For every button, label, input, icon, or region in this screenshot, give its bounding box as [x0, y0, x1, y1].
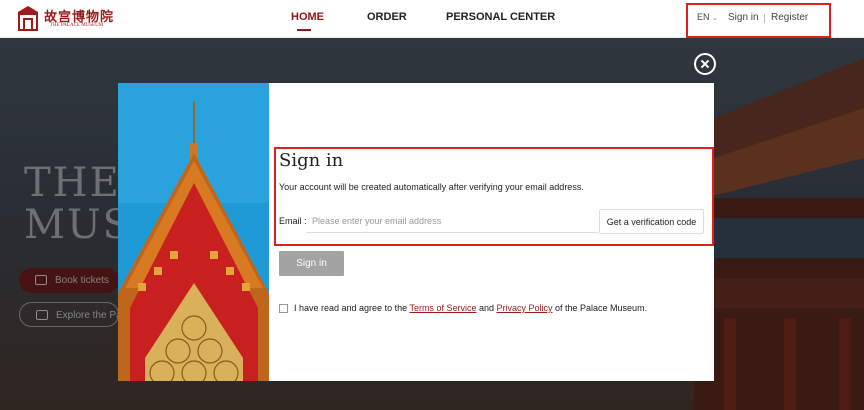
- nav-home[interactable]: HOME: [291, 11, 324, 23]
- terms-of-service-link[interactable]: Terms of Service: [409, 303, 476, 313]
- sign-in-title: Sign in: [279, 150, 344, 171]
- nav-order[interactable]: ORDER: [367, 11, 407, 23]
- close-modal-button[interactable]: [694, 53, 716, 75]
- modal-roof-image: [118, 83, 269, 381]
- logo-english-text: THE PALACE MUSEUM: [50, 23, 104, 28]
- agree-prefix: I have read and agree to the: [294, 303, 410, 313]
- sign-in-description: Your account will be created automatical…: [279, 182, 584, 192]
- agree-checkbox[interactable]: [279, 304, 288, 313]
- nav-personal-center[interactable]: PERSONAL CENTER: [446, 11, 555, 23]
- email-label: Email :: [279, 216, 307, 226]
- agree-suffix: of the Palace Museum.: [552, 303, 648, 313]
- agree-and: and: [476, 303, 497, 313]
- get-verification-code-button[interactable]: Get a verification code: [599, 209, 704, 234]
- nav-active-underline: [297, 29, 311, 31]
- sign-in-submit-button[interactable]: Sign in: [279, 251, 344, 276]
- header-highlight-box: [686, 3, 831, 38]
- privacy-policy-link[interactable]: Privacy Policy: [497, 303, 553, 313]
- palace-museum-logo[interactable]: 故宫博物院 THE PALACE MUSEUM: [16, 4, 116, 32]
- roof-illustration: [118, 83, 269, 381]
- agreement-text: I have read and agree to the Terms of Se…: [294, 303, 647, 313]
- palace-gate-icon: [18, 6, 38, 31]
- email-input[interactable]: [306, 209, 598, 233]
